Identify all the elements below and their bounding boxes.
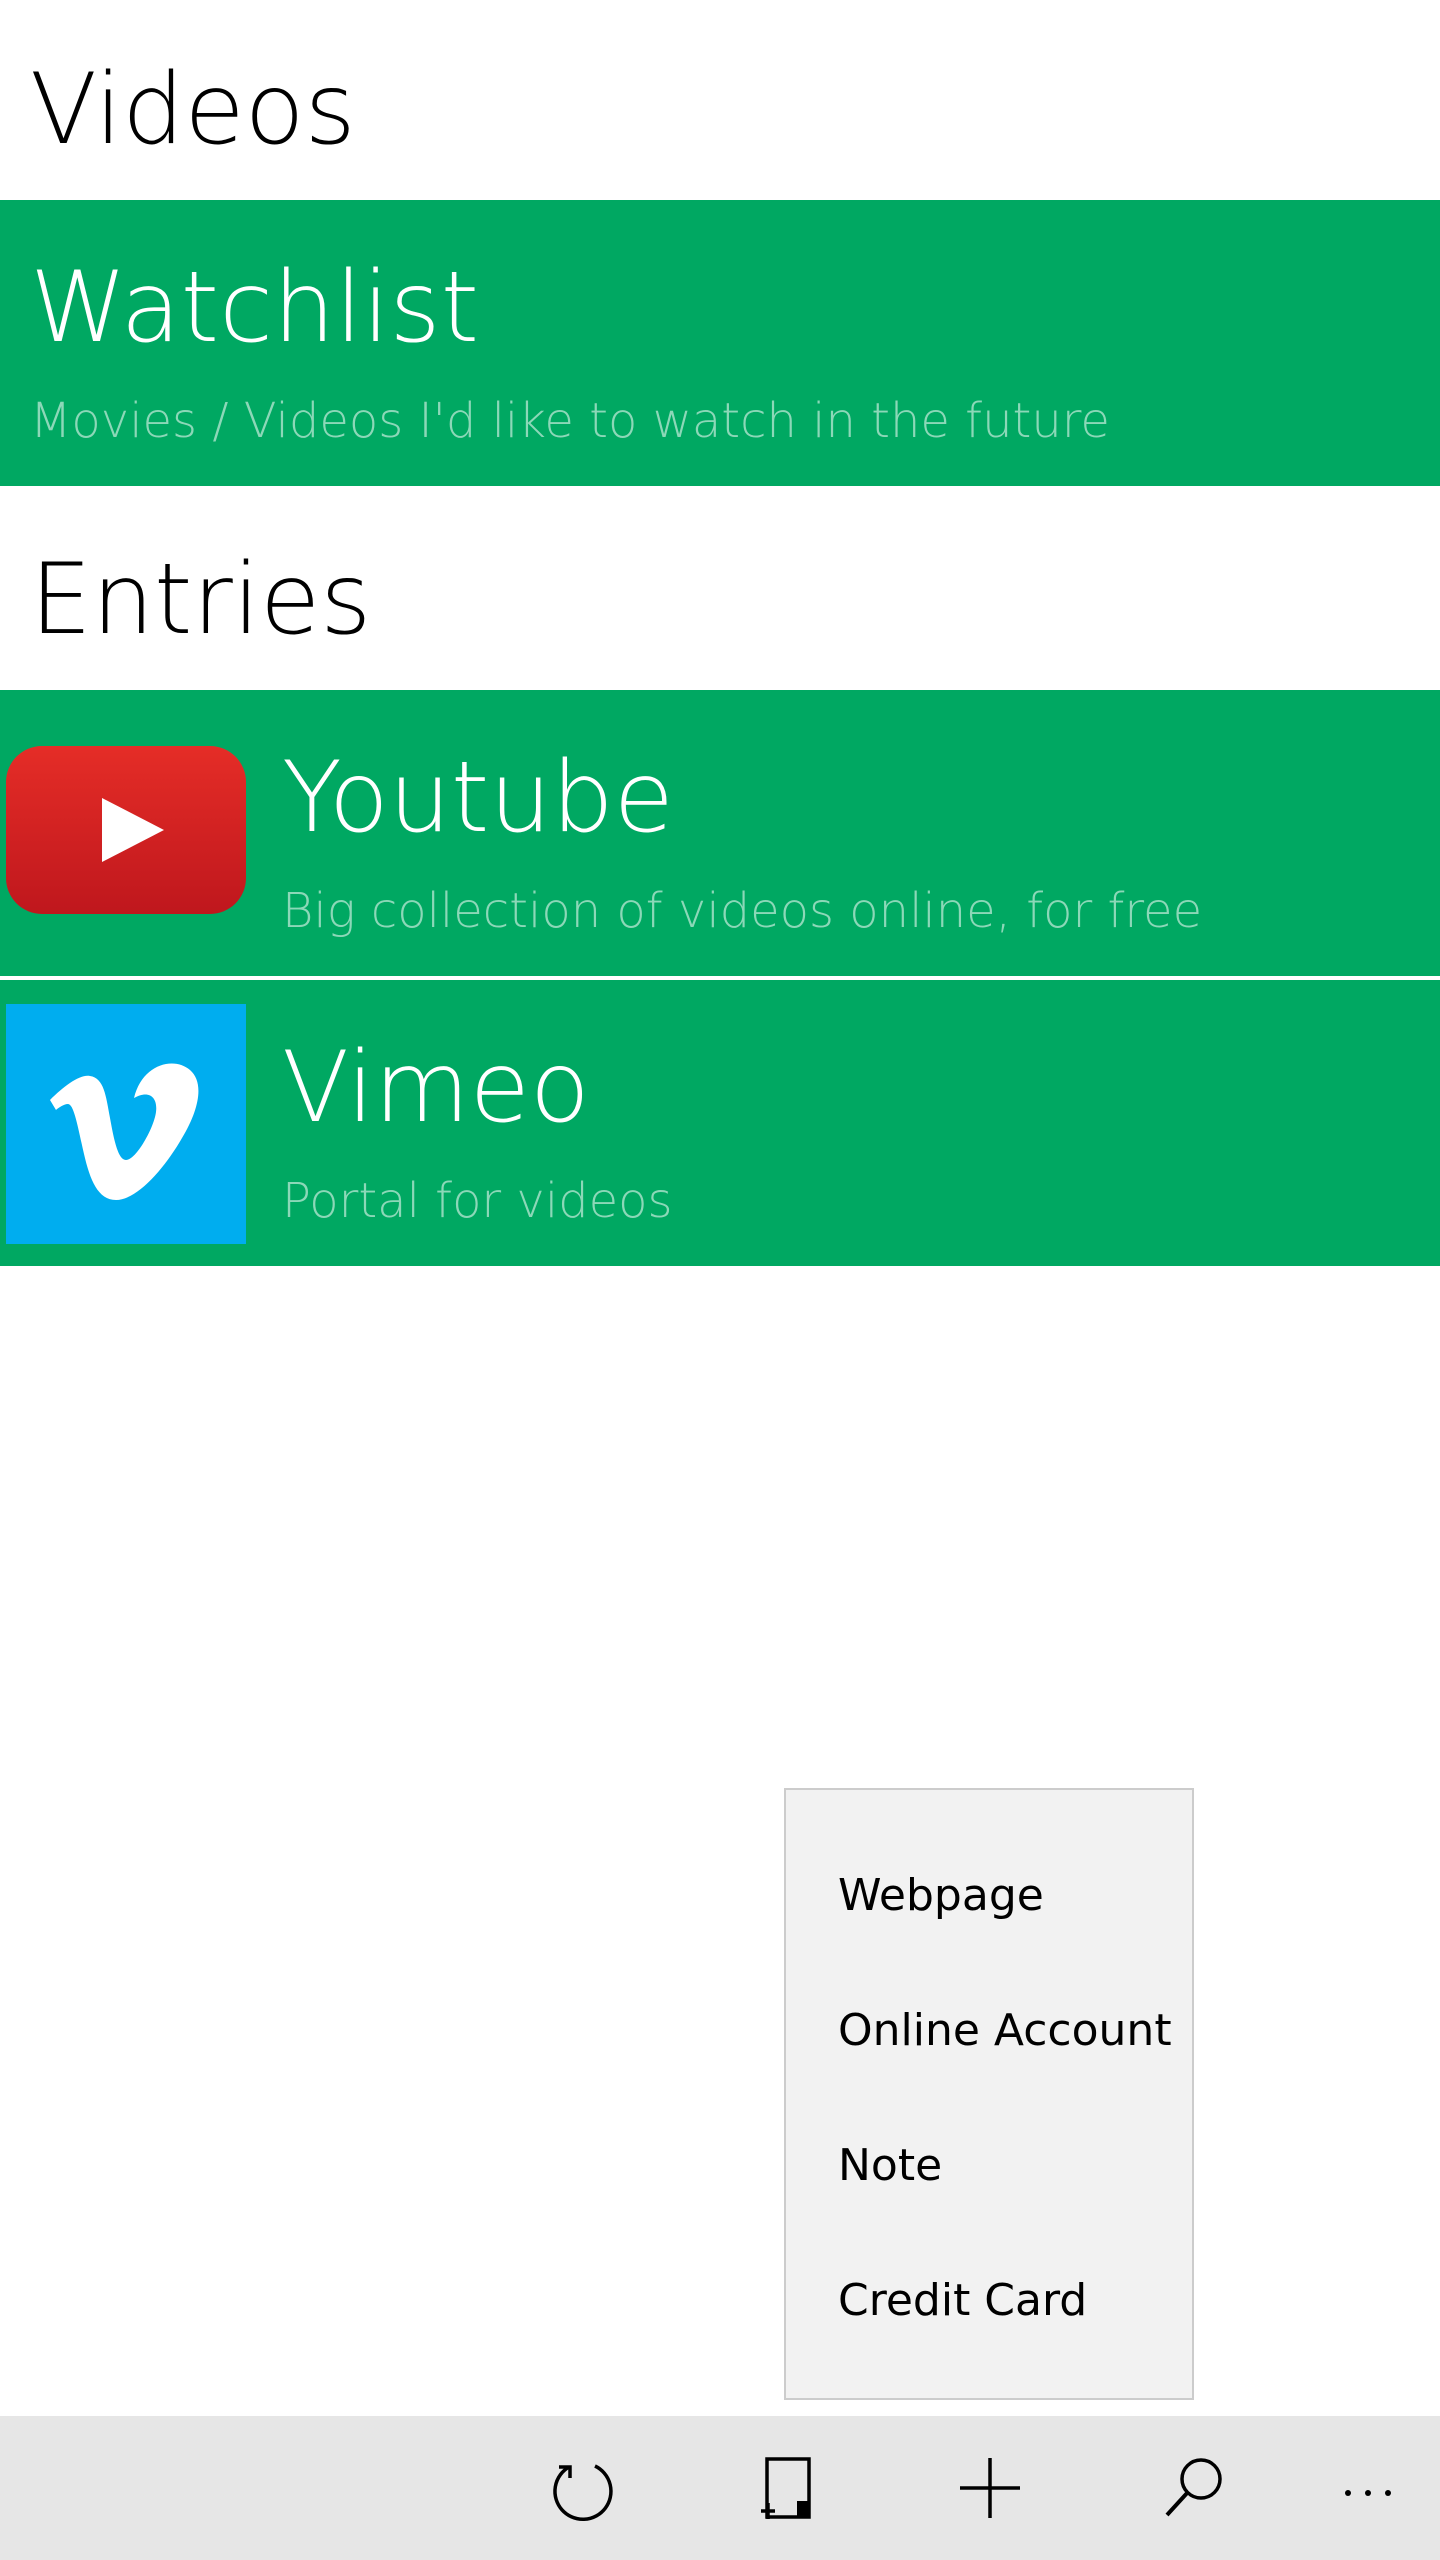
entry-title: Vimeo — [282, 1031, 590, 1145]
menu-item-credit-card[interactable]: Credit Card — [838, 2251, 1188, 2351]
refresh-button[interactable] — [532, 2438, 632, 2538]
watchlist-group-tile[interactable]: Watchlist Movies / Videos I'd like to wa… — [0, 200, 1440, 486]
entry-subtitle: Portal for videos — [282, 1173, 673, 1229]
more-options-button[interactable] — [1318, 2438, 1418, 2538]
pin-to-start-button[interactable] — [736, 2438, 836, 2538]
entry-subtitle: Big collection of videos online, for fre… — [282, 883, 1203, 939]
group-title: Watchlist — [30, 251, 480, 365]
menu-item-webpage[interactable]: Webpage — [838, 1846, 1188, 1946]
more-icon — [1345, 2490, 1391, 2496]
search-icon — [1165, 2458, 1222, 2517]
search-button[interactable] — [1144, 2438, 1244, 2538]
page-title: Videos — [30, 53, 356, 167]
youtube-logo-icon — [6, 746, 246, 922]
group-subtitle: Movies / Videos I'd like to watch in the… — [30, 393, 1110, 449]
add-icon — [960, 2458, 1020, 2518]
entry-vimeo[interactable]: Vimeo Portal for videos — [0, 980, 1440, 1266]
app-bar — [0, 2416, 1440, 2560]
vimeo-logo-icon — [6, 1004, 246, 1244]
section-title-entries: Entries — [30, 543, 372, 657]
page: Videos Watchlist Movies / Videos I'd lik… — [0, 0, 1440, 2560]
add-button[interactable] — [940, 2438, 1040, 2538]
refresh-icon — [553, 2464, 613, 2522]
add-entry-menu: Webpage Online Account Note Credit Card — [784, 1788, 1194, 2400]
menu-item-note[interactable]: Note — [838, 2116, 1188, 2216]
entry-youtube[interactable]: Youtube Big collection of videos online,… — [0, 690, 1440, 976]
pin-icon — [761, 2457, 811, 2519]
menu-item-online-account[interactable]: Online Account — [838, 1981, 1188, 2081]
entry-title: Youtube — [282, 741, 674, 855]
